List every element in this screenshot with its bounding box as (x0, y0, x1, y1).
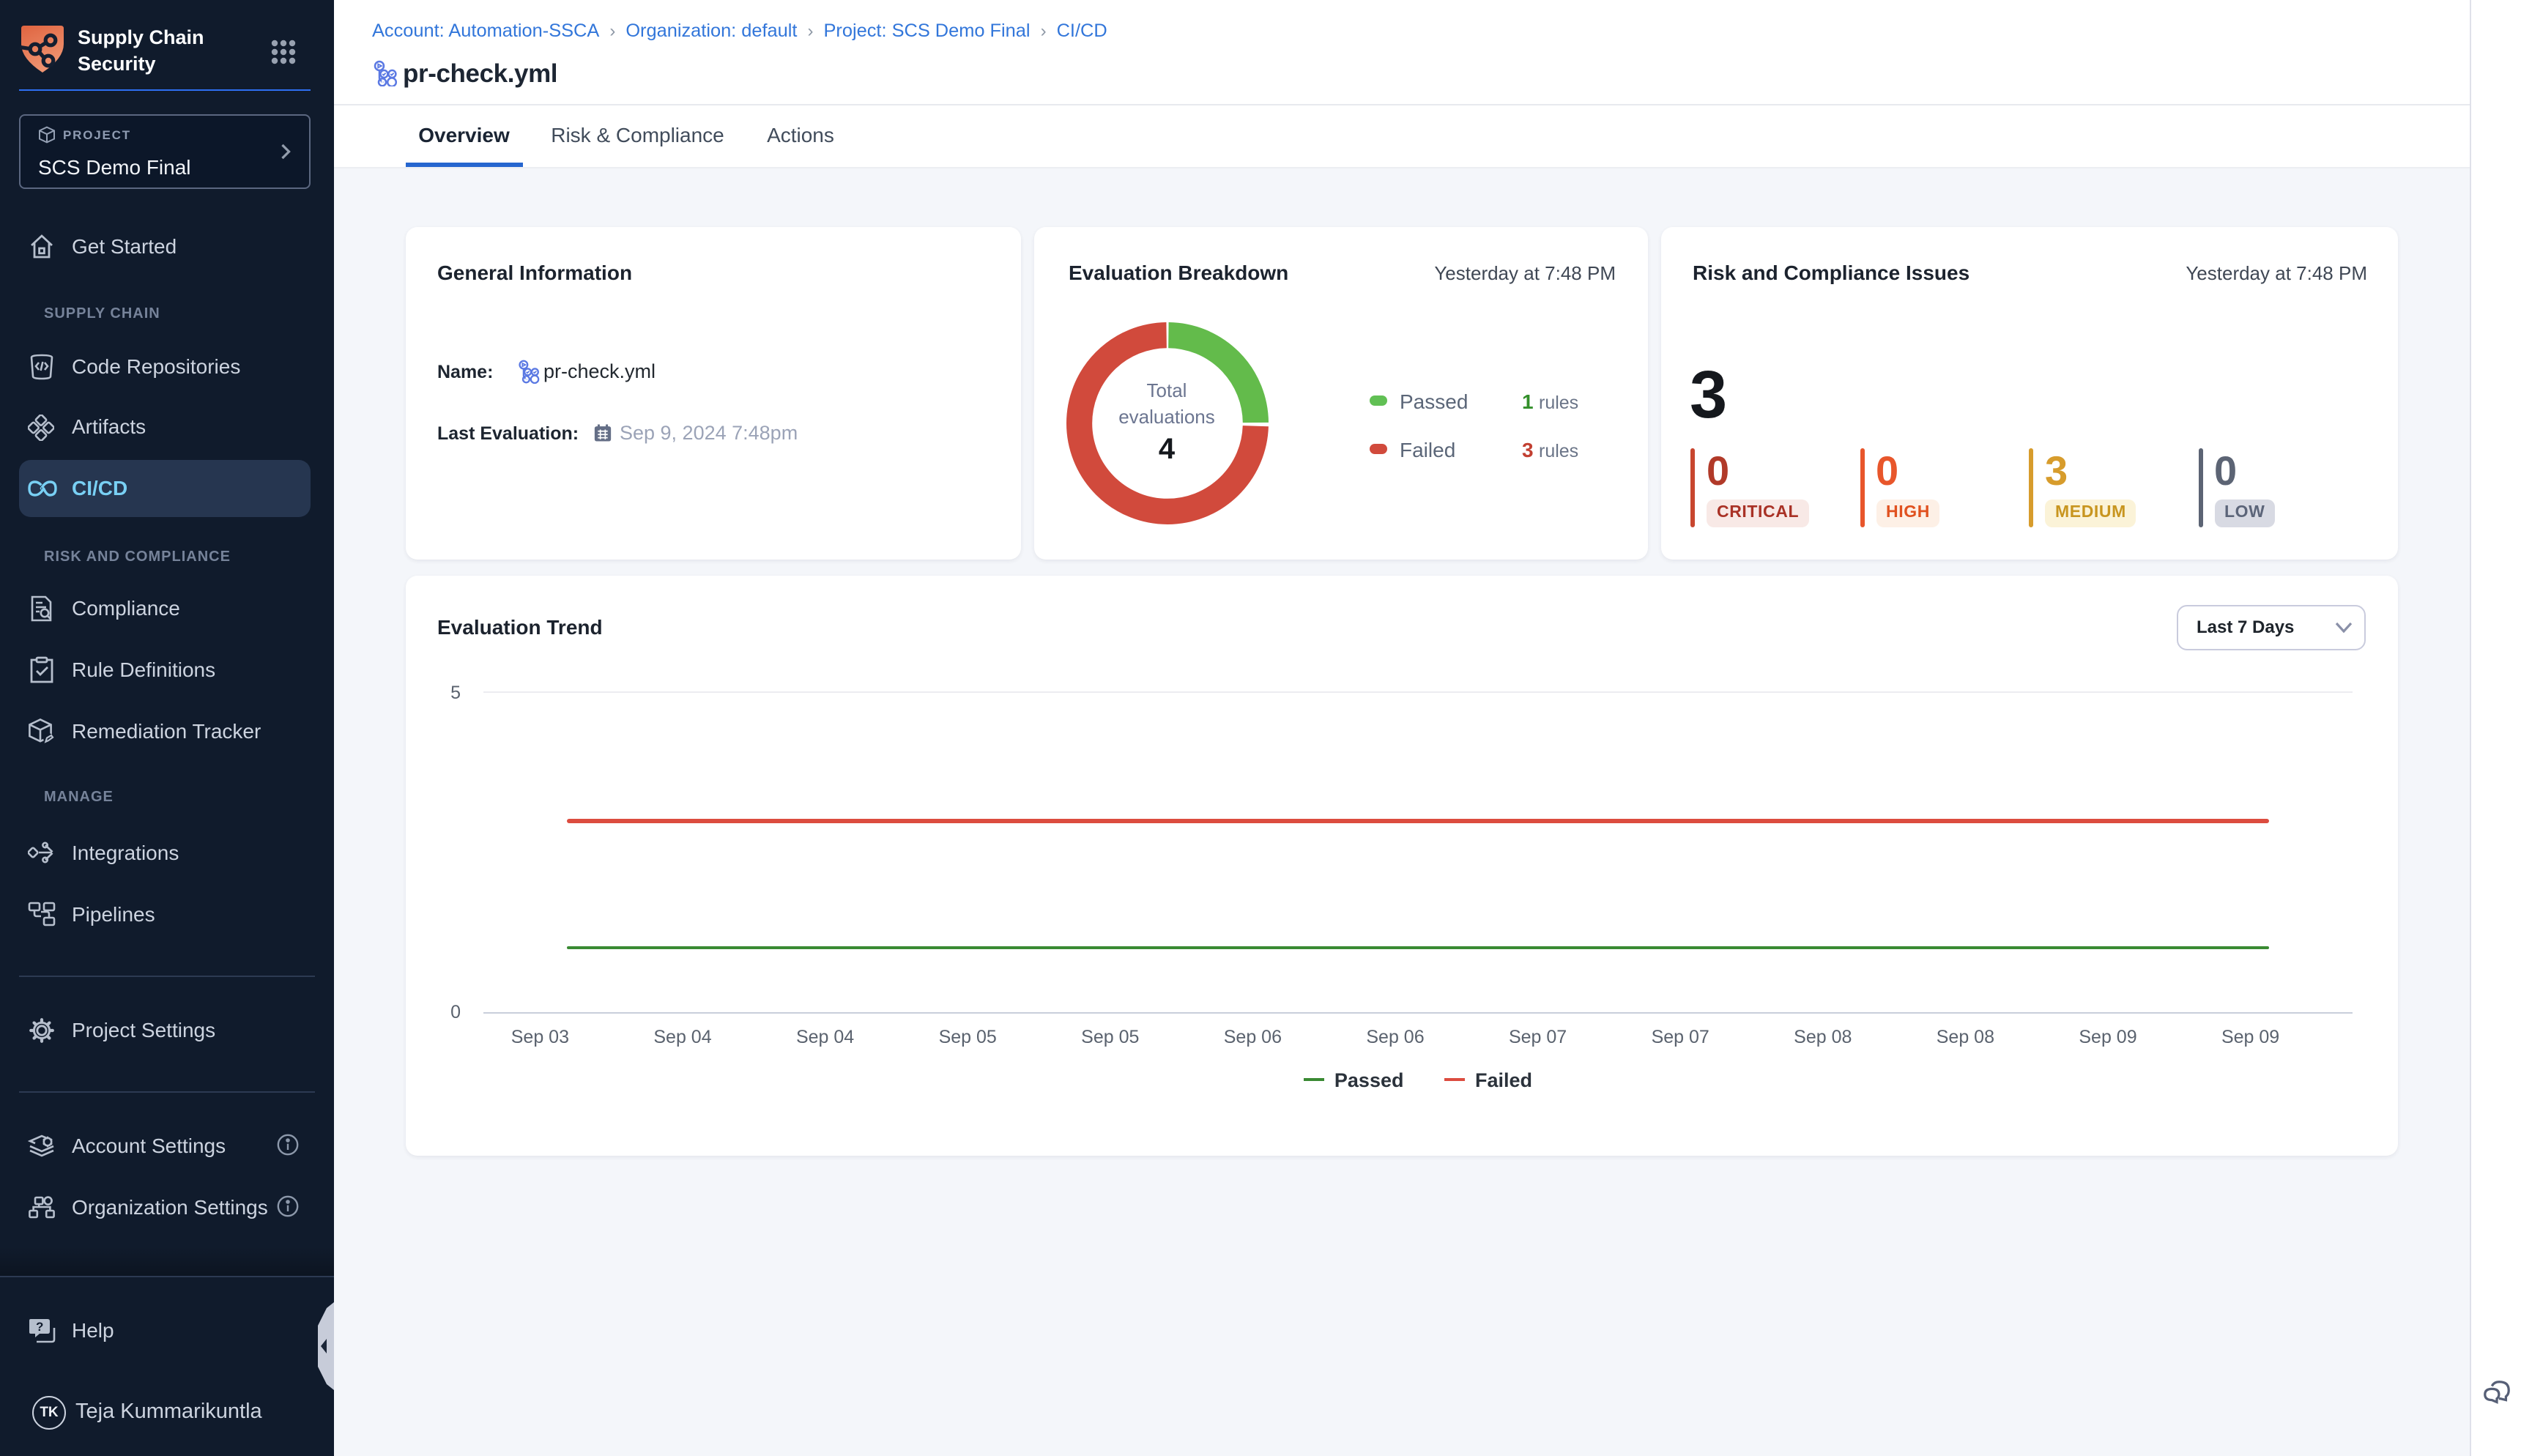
svg-text:?: ? (36, 1320, 43, 1334)
